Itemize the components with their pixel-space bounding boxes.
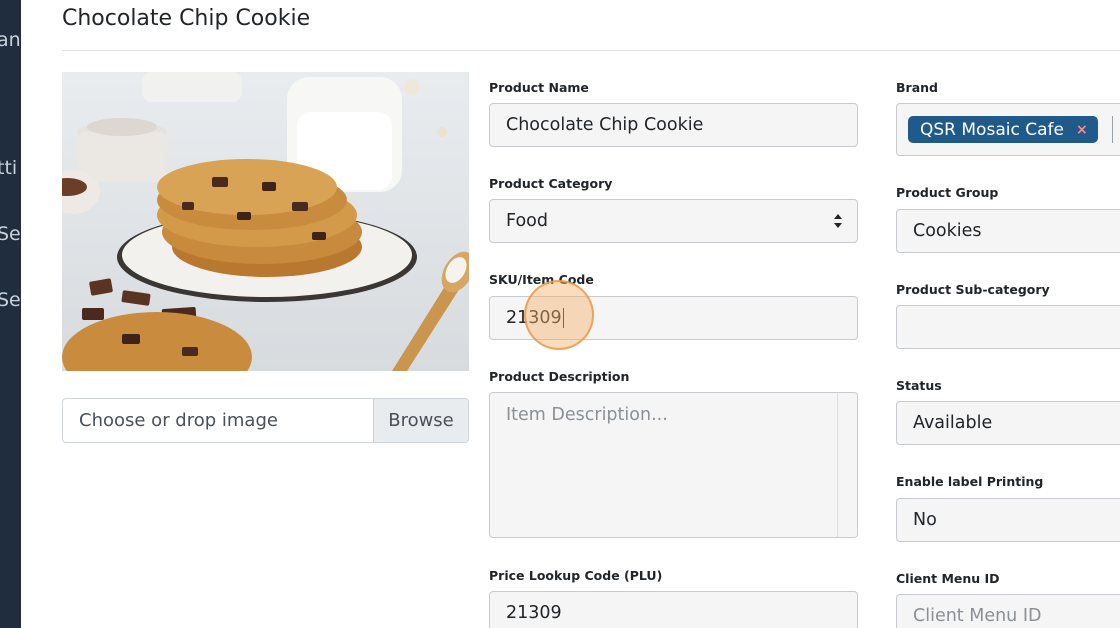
- client-menu-id-label: Client Menu ID: [896, 571, 1000, 586]
- client-menu-id-input[interactable]: Client Menu ID: [896, 594, 1120, 628]
- product-description-textarea[interactable]: Item Description...: [489, 392, 858, 538]
- sidebar: an tti Se Se: [0, 0, 21, 628]
- sidebar-item-fragment[interactable]: an: [0, 29, 21, 51]
- image-file-input[interactable]: Choose or drop image Browse: [62, 398, 469, 443]
- sidebar-item-fragment[interactable]: tti: [0, 157, 17, 179]
- product-name-input[interactable]: Chocolate Chip Cookie: [489, 103, 858, 147]
- product-group-value: Cookies: [913, 221, 982, 241]
- client-menu-id-placeholder: Client Menu ID: [913, 606, 1042, 626]
- brand-tag-label: QSR Mosaic Cafe: [920, 119, 1064, 140]
- status-select[interactable]: Available: [896, 401, 1120, 445]
- browse-button[interactable]: Browse: [373, 399, 468, 442]
- product-category-label: Product Category: [489, 176, 613, 191]
- plu-input[interactable]: 21309: [489, 591, 858, 628]
- product-category-value: Food: [506, 211, 548, 231]
- page-title: Chocolate Chip Cookie: [62, 6, 311, 31]
- product-description-placeholder: Item Description...: [506, 405, 668, 425]
- sidebar-item-fragment[interactable]: Se: [0, 289, 21, 311]
- text-caret: [562, 308, 564, 328]
- sku-input[interactable]: 21309: [489, 296, 858, 340]
- product-image: [62, 72, 469, 371]
- title-divider: [62, 50, 1120, 51]
- product-description-label: Product Description: [489, 369, 630, 384]
- cookie-photo: [62, 72, 469, 371]
- product-name-label: Product Name: [489, 80, 589, 95]
- brand-label: Brand: [896, 80, 938, 95]
- product-edit-page: an tti Se Se Chocolate Chip Cookie Choos…: [0, 0, 1120, 628]
- sku-value: 21309: [506, 308, 562, 328]
- sidebar-item-fragment[interactable]: Se: [0, 223, 21, 245]
- label-printing-select[interactable]: No: [896, 498, 1120, 542]
- textarea-scrollbar[interactable]: [837, 393, 857, 537]
- product-subcategory-label: Product Sub-category: [896, 282, 1050, 297]
- product-category-select[interactable]: Food: [489, 199, 858, 243]
- product-group-select[interactable]: Cookies: [896, 209, 1120, 253]
- product-subcategory-select[interactable]: [896, 305, 1120, 349]
- status-label: Status: [896, 378, 942, 393]
- remove-tag-icon[interactable]: ×: [1076, 122, 1088, 138]
- product-name-value: Chocolate Chip Cookie: [506, 115, 704, 135]
- plu-label: Price Lookup Code (PLU): [489, 568, 663, 583]
- label-printing-label: Enable label Printing: [896, 474, 1044, 489]
- plu-value: 21309: [506, 603, 562, 623]
- brand-multiselect[interactable]: QSR Mosaic Cafe ×: [896, 103, 1120, 156]
- status-value: Available: [913, 413, 993, 433]
- product-group-label: Product Group: [896, 185, 999, 200]
- file-input-placeholder[interactable]: Choose or drop image: [63, 399, 373, 442]
- multiselect-separator: [1111, 116, 1113, 143]
- select-arrows-icon: [834, 214, 842, 228]
- brand-tag: QSR Mosaic Cafe ×: [908, 116, 1098, 143]
- label-printing-value: No: [913, 510, 937, 530]
- sku-label: SKU/Item Code: [489, 272, 594, 287]
